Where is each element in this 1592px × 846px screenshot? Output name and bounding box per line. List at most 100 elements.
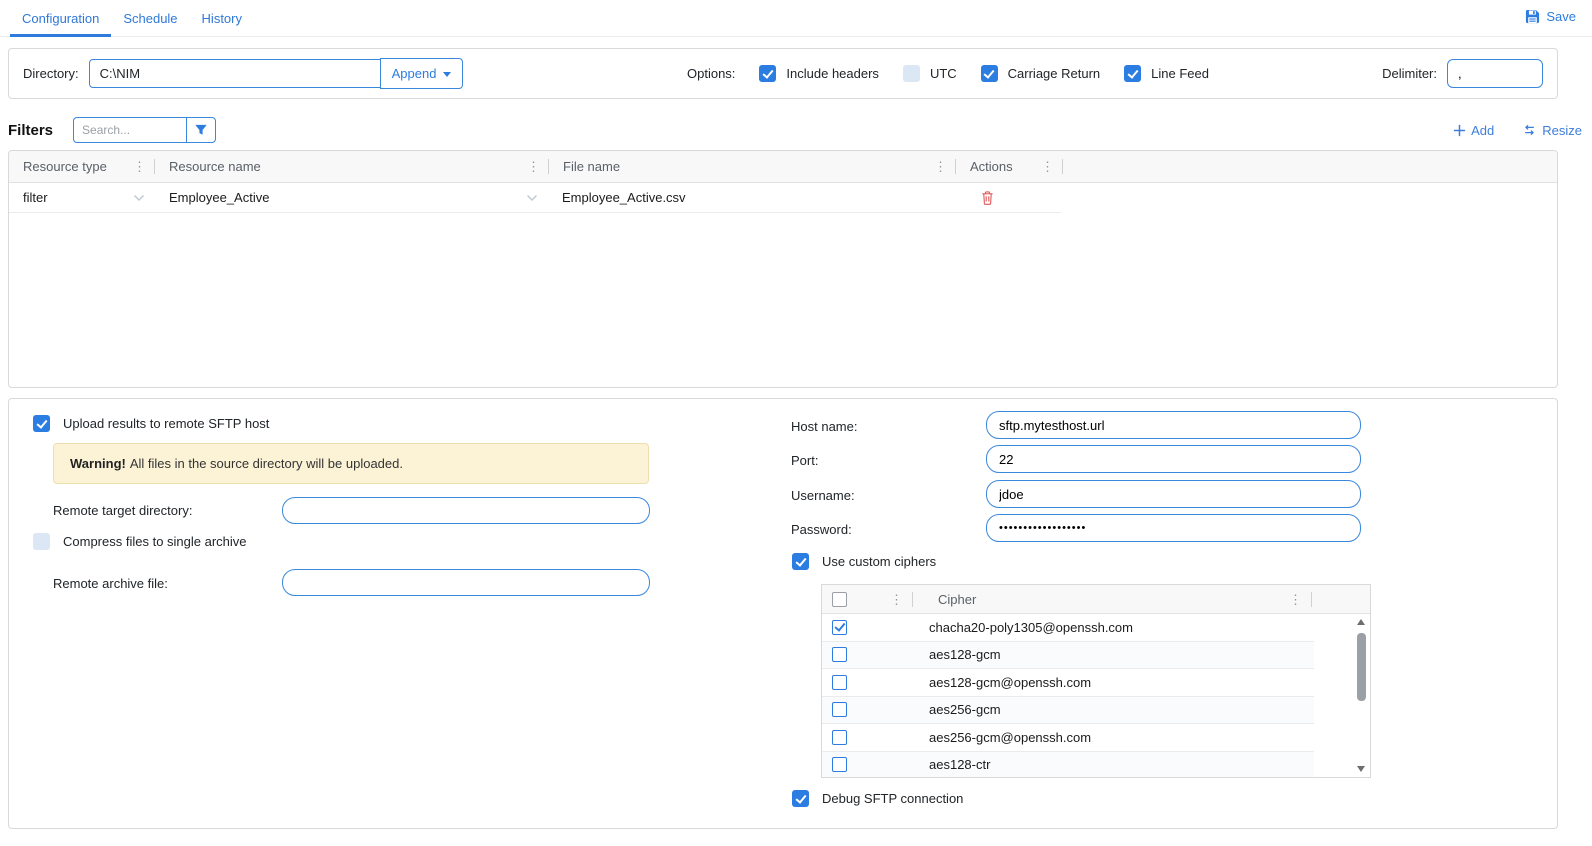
remote-target-label: Remote target directory: — [53, 503, 192, 518]
upload-sftp-label: Upload results to remote SFTP host — [63, 416, 269, 431]
chevron-down-icon[interactable] — [526, 194, 538, 202]
scroll-down-icon[interactable] — [1357, 766, 1365, 772]
warning-text: All files in the source directory will b… — [130, 456, 403, 471]
port-input[interactable] — [986, 445, 1361, 473]
line-feed-label: Line Feed — [1151, 66, 1209, 81]
tab-schedule[interactable]: Schedule — [111, 2, 189, 36]
cipher-name: aes128-gcm@openssh.com — [929, 675, 1091, 690]
save-icon — [1525, 9, 1540, 24]
debug-sftp-checkbox[interactable] — [792, 790, 809, 807]
directory-input[interactable] — [89, 59, 381, 88]
add-button[interactable]: Add — [1453, 123, 1494, 138]
resize-button[interactable]: Resize — [1522, 123, 1582, 138]
cipher-checkbox[interactable] — [832, 675, 847, 690]
select-all-checkbox[interactable] — [832, 592, 847, 607]
resource-type-value: filter — [23, 190, 48, 205]
scrollbar[interactable] — [1355, 616, 1368, 775]
col-resource-type: Resource type — [23, 159, 107, 174]
chevron-down-icon[interactable] — [133, 194, 145, 202]
cipher-name: aes128-gcm — [929, 647, 1001, 662]
option-include-headers[interactable]: Include headers — [759, 65, 879, 82]
username-input[interactable] — [986, 480, 1361, 508]
debug-sftp-label: Debug SFTP connection — [822, 791, 963, 806]
use-custom-ciphers-option[interactable]: Use custom ciphers — [792, 553, 936, 570]
cipher-name: aes256-gcm — [929, 702, 1001, 717]
compress-label: Compress files to single archive — [63, 534, 247, 549]
utc-checkbox[interactable] — [903, 65, 920, 82]
filters-table: Resource type ⋮ Resource name ⋮ File nam… — [8, 150, 1558, 388]
password-label: Password: — [791, 522, 852, 537]
option-line-feed[interactable]: Line Feed — [1124, 65, 1209, 82]
use-custom-ciphers-label: Use custom ciphers — [822, 554, 936, 569]
warning-bold: Warning! — [70, 456, 126, 471]
append-dropdown-button[interactable]: Append — [380, 58, 464, 89]
password-input[interactable] — [986, 514, 1361, 542]
cipher-row: aes256-gcm — [822, 697, 1314, 725]
upload-sftp-checkbox[interactable] — [33, 415, 50, 432]
search-input[interactable] — [73, 117, 186, 143]
tab-bar: Configuration Schedule History — [0, 0, 1592, 37]
option-carriage-return[interactable]: Carriage Return — [981, 65, 1101, 82]
col-actions: Actions — [970, 159, 1013, 174]
column-menu-icon[interactable]: ⋮ — [133, 160, 146, 173]
remote-archive-label: Remote archive file: — [53, 576, 168, 591]
host-label: Host name: — [791, 419, 857, 434]
compress-option[interactable]: Compress files to single archive — [33, 533, 247, 550]
option-utc[interactable]: UTC — [903, 65, 957, 82]
append-label: Append — [392, 66, 437, 81]
carriage-return-label: Carriage Return — [1008, 66, 1101, 81]
remote-archive-input[interactable] — [282, 569, 650, 596]
chevron-down-icon — [443, 72, 451, 77]
add-label: Add — [1471, 123, 1494, 138]
col-resource-name: Resource name — [169, 159, 261, 174]
cipher-checkbox[interactable] — [832, 702, 847, 717]
table-header: Resource type ⋮ Resource name ⋮ File nam… — [9, 151, 1557, 183]
include-headers-label: Include headers — [786, 66, 879, 81]
column-divider — [1062, 159, 1063, 174]
delimiter-input[interactable] — [1447, 59, 1543, 88]
sftp-card: Upload results to remote SFTP host Warni… — [8, 398, 1558, 829]
port-label: Port: — [791, 453, 818, 468]
funnel-icon — [194, 123, 208, 137]
upload-sftp-option[interactable]: Upload results to remote SFTP host — [33, 415, 269, 432]
filters-title: Filters — [8, 122, 53, 139]
scroll-up-icon[interactable] — [1357, 619, 1365, 625]
column-menu-icon[interactable]: ⋮ — [890, 593, 903, 606]
resize-label: Resize — [1542, 123, 1582, 138]
directory-label: Directory: — [23, 66, 79, 81]
cipher-name: chacha20-poly1305@openssh.com — [929, 620, 1133, 635]
resize-icon — [1522, 123, 1537, 137]
delete-row-button[interactable] — [980, 190, 995, 206]
delimiter-group: Delimiter: — [1382, 49, 1543, 98]
username-label: Username: — [791, 488, 855, 503]
column-menu-icon[interactable]: ⋮ — [527, 160, 540, 173]
use-custom-ciphers-checkbox[interactable] — [792, 553, 809, 570]
tab-configuration[interactable]: Configuration — [10, 2, 111, 36]
debug-sftp-option[interactable]: Debug SFTP connection — [792, 790, 963, 807]
column-menu-icon[interactable]: ⋮ — [934, 160, 947, 173]
include-headers-checkbox[interactable] — [759, 65, 776, 82]
compress-checkbox[interactable] — [33, 533, 50, 550]
cipher-row: aes128-gcm — [822, 642, 1314, 670]
column-menu-icon[interactable]: ⋮ — [1289, 593, 1302, 606]
options-group: Options: Include headers UTC Carriage Re… — [687, 49, 1209, 98]
tab-history[interactable]: History — [190, 2, 254, 36]
save-button[interactable]: Save — [1525, 9, 1576, 24]
filter-button[interactable] — [186, 117, 216, 143]
save-label: Save — [1546, 9, 1576, 24]
cipher-checkbox[interactable] — [832, 620, 847, 635]
column-menu-icon[interactable]: ⋮ — [1041, 160, 1054, 173]
cipher-checkbox[interactable] — [832, 757, 847, 772]
carriage-return-checkbox[interactable] — [981, 65, 998, 82]
cipher-checkbox[interactable] — [832, 647, 847, 662]
line-feed-checkbox[interactable] — [1124, 65, 1141, 82]
utc-label: UTC — [930, 66, 957, 81]
scrollbar-thumb[interactable] — [1357, 633, 1366, 701]
cipher-table-header: ⋮ Cipher ⋮ — [822, 585, 1370, 614]
host-input[interactable] — [986, 411, 1361, 439]
cipher-name: aes128-ctr — [929, 757, 990, 772]
cipher-checkbox[interactable] — [832, 730, 847, 745]
warning-banner: Warning! All files in the source directo… — [53, 443, 649, 484]
cipher-row: aes128-gcm@openssh.com — [822, 669, 1314, 697]
remote-target-input[interactable] — [282, 497, 650, 524]
